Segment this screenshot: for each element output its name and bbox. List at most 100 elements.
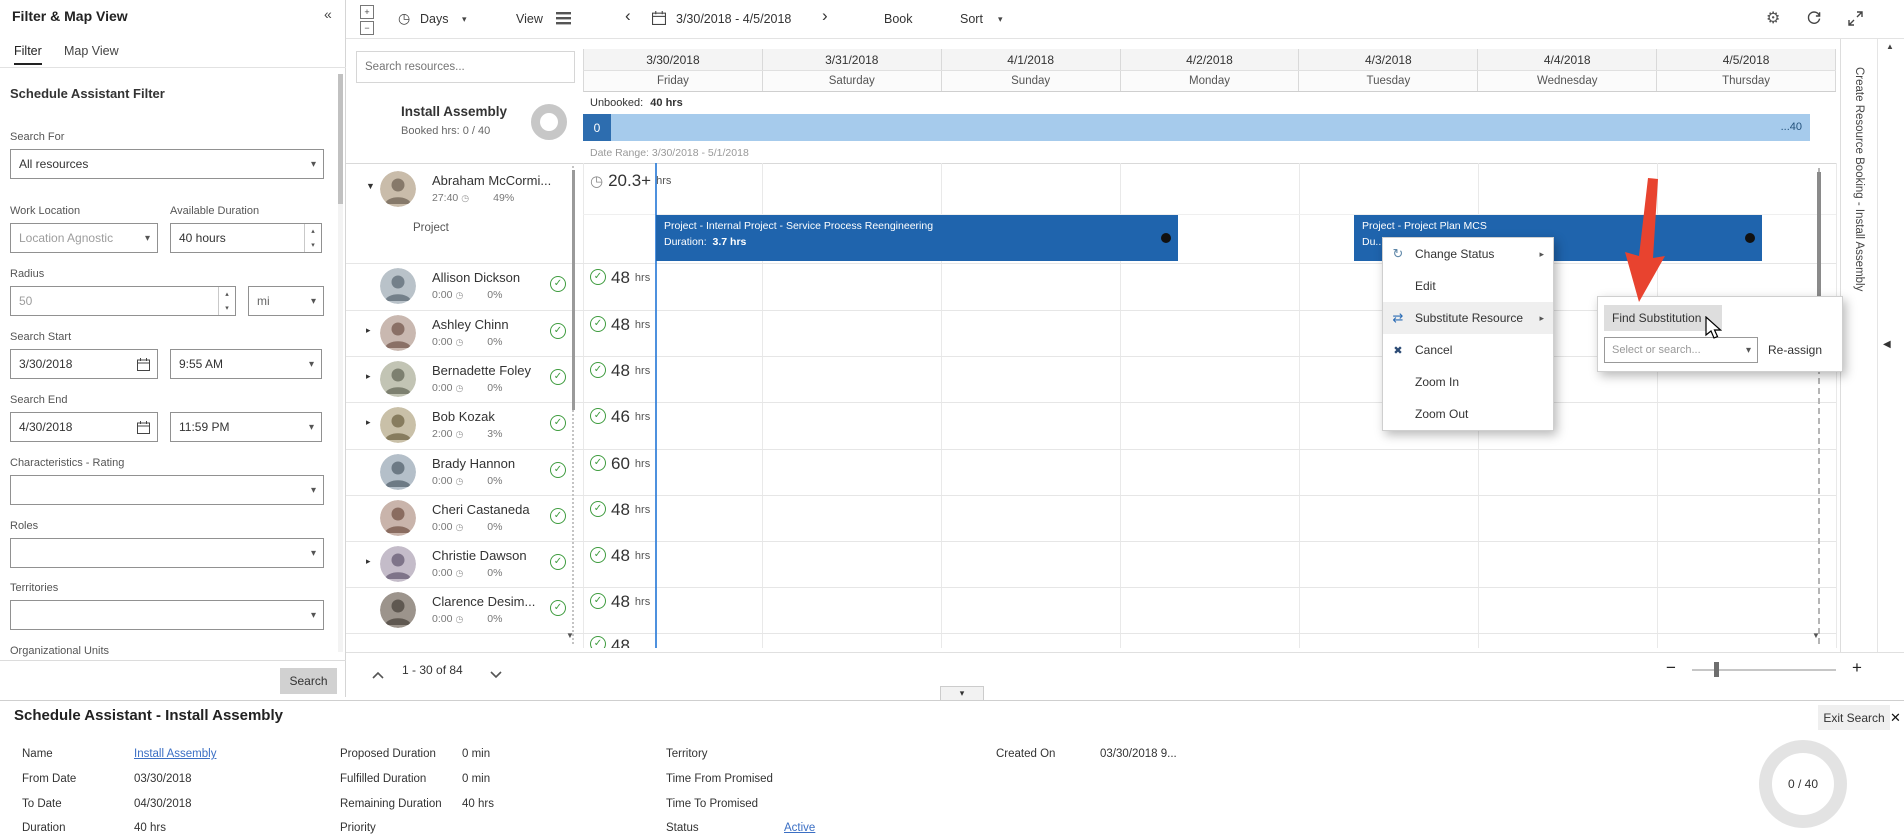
search-resources-input[interactable] bbox=[356, 51, 575, 83]
available-check-icon: ✓ bbox=[550, 415, 566, 431]
menu-item-substitute-resource[interactable]: ⇄ Substitute Resource ▸ bbox=[1383, 302, 1553, 334]
details-panel-title: Schedule Assistant - Install Assembly bbox=[14, 707, 283, 724]
previous-period-icon[interactable]: ‹ bbox=[625, 6, 631, 26]
panel-expand-icon[interactable]: ◀ bbox=[1883, 339, 1891, 350]
menu-item-cancel[interactable]: ✖ Cancel bbox=[1383, 334, 1553, 366]
reassign-button[interactable]: Re-assign bbox=[1768, 343, 1822, 357]
step-up-icon[interactable]: ▴ bbox=[305, 224, 321, 238]
resource-row[interactable]: ▸ Ashley Chinn 0:00 ◷ 0% ✓ bbox=[346, 310, 583, 356]
step-up-icon[interactable]: ▴ bbox=[219, 287, 235, 301]
booking-bar[interactable]: Project - Internal Project - Service Pro… bbox=[656, 215, 1178, 261]
resource-list-scrollbar[interactable] bbox=[572, 166, 574, 644]
scroll-up-icon[interactable]: ▲ bbox=[1886, 42, 1894, 51]
resource-row[interactable]: Brady Hannon 0:00 ◷ 0% ✓ bbox=[346, 449, 583, 495]
unbooked-availability-bar[interactable]: 0 ...40 bbox=[583, 114, 1810, 141]
expand-caret-icon[interactable]: ▸ bbox=[366, 325, 371, 336]
book-button[interactable]: Book bbox=[884, 12, 913, 26]
expand-caret-icon[interactable]: ▼ bbox=[366, 181, 375, 191]
date-range-label[interactable]: 3/30/2018 - 4/5/2018 bbox=[676, 12, 791, 26]
step-down-icon[interactable]: ▾ bbox=[305, 238, 321, 252]
view-label[interactable]: View bbox=[516, 12, 543, 26]
menu-item-zoom-in[interactable]: Zoom In bbox=[1383, 366, 1553, 398]
resource-row[interactable]: ▸ Bernadette Foley 0:00 ◷ 0% ✓ bbox=[346, 356, 583, 402]
work-location-select[interactable]: Location Agnostic ▾ bbox=[10, 223, 158, 253]
menu-item-zoom-out[interactable]: Zoom Out bbox=[1383, 398, 1553, 430]
resource-row[interactable]: ▼ Abraham McCormi... 27:40 ◷ 49% bbox=[346, 166, 583, 214]
tab-map-view[interactable]: Map View bbox=[64, 44, 119, 58]
substitute-select[interactable]: Select or search... ▾ bbox=[1604, 337, 1758, 363]
resource-row[interactable]: Cheri Castaneda 0:00 ◷ 0% ✓ bbox=[346, 495, 583, 541]
territories-select[interactable]: ▾ bbox=[10, 600, 324, 630]
requirement-block[interactable]: Install Assembly Booked hrs: 0 / 40 bbox=[346, 92, 583, 163]
characteristics-select[interactable]: ▾ bbox=[10, 475, 324, 505]
resource-row[interactable]: Clarence Desim... 0:00 ◷ 0% ✓ bbox=[346, 587, 583, 633]
stepper-arrows[interactable]: ▴ ▾ bbox=[218, 287, 235, 315]
zoom-out-icon[interactable]: − bbox=[1666, 658, 1676, 678]
resource-row[interactable]: ▸ Bob Kozak 2:00 ◷ 3% ✓ bbox=[346, 402, 583, 448]
exit-search-button[interactable]: Exit Search bbox=[1818, 705, 1890, 730]
hours-unit: hrs bbox=[635, 272, 650, 284]
work-location-label: Work Location bbox=[10, 205, 80, 217]
filter-panel-scrollbar[interactable] bbox=[338, 74, 343, 652]
search-end-time-select[interactable]: 11:59 PM ▾ bbox=[170, 412, 322, 442]
field-value: 40 hrs bbox=[462, 798, 494, 810]
status-active-link[interactable]: Active bbox=[784, 822, 815, 834]
menu-item-change-status[interactable]: ↻ Change Status ▸ bbox=[1383, 238, 1553, 270]
requirement-gauge-ring bbox=[531, 104, 567, 140]
scrollbar-thumb[interactable] bbox=[338, 74, 343, 204]
chevron-down-icon[interactable]: ▾ bbox=[998, 14, 1003, 25]
step-down-icon[interactable]: ▾ bbox=[219, 301, 235, 315]
bottom-panel-handle[interactable]: ▾ bbox=[940, 686, 984, 700]
next-period-icon[interactable]: › bbox=[822, 6, 828, 26]
search-start-date-input[interactable]: 3/30/2018 bbox=[10, 349, 158, 379]
search-start-time-select[interactable]: 9:55 AM ▾ bbox=[170, 349, 322, 379]
scrollbar-thumb[interactable] bbox=[572, 170, 575, 410]
tab-filter[interactable]: Filter bbox=[14, 44, 42, 65]
search-button[interactable]: Search bbox=[280, 668, 337, 694]
timescale-dropdown[interactable]: Days bbox=[420, 12, 448, 26]
radius-unit-select[interactable]: mi ▾ bbox=[248, 286, 324, 316]
search-end-date-input[interactable]: 4/30/2018 bbox=[10, 412, 158, 442]
menu-item-edit[interactable]: Edit bbox=[1383, 270, 1553, 302]
resource-booked-time: 0:00 bbox=[432, 289, 452, 301]
zoom-in-icon[interactable]: + bbox=[1852, 658, 1862, 678]
chevron-down-icon[interactable]: ▾ bbox=[462, 14, 467, 25]
radius-stepper[interactable]: 50 ▴ ▾ bbox=[10, 286, 236, 316]
page-down-icon[interactable] bbox=[490, 666, 502, 684]
substitute-resource-icon: ⇄ bbox=[1383, 310, 1413, 326]
zoom-slider-thumb[interactable] bbox=[1714, 662, 1719, 677]
expand-all-icon[interactable]: + bbox=[360, 5, 374, 19]
resource-subrow-project[interactable]: Project bbox=[346, 214, 583, 263]
resource-row[interactable]: ▸ Christie Dawson 0:00 ◷ 0% ✓ bbox=[346, 541, 583, 587]
gear-icon[interactable]: ⚙ bbox=[1766, 8, 1780, 28]
booking-status-dot[interactable] bbox=[1745, 233, 1755, 243]
stepper-arrows[interactable]: ▴ ▾ bbox=[304, 224, 321, 252]
calendar-icon[interactable] bbox=[137, 421, 150, 437]
booking-status-dot[interactable] bbox=[1161, 233, 1171, 243]
close-icon[interactable]: ✕ bbox=[1890, 710, 1901, 726]
calendar-icon[interactable] bbox=[652, 11, 666, 30]
scroll-down-icon[interactable]: ▼ bbox=[566, 631, 574, 640]
search-for-select[interactable]: All resources ▾ bbox=[10, 149, 324, 179]
expand-caret-icon[interactable]: ▸ bbox=[366, 371, 371, 382]
collapse-all-icon[interactable]: − bbox=[360, 21, 374, 35]
roles-select[interactable]: ▾ bbox=[10, 538, 324, 568]
grid-scrollbar[interactable] bbox=[1818, 168, 1820, 644]
expand-caret-icon[interactable]: ▸ bbox=[366, 556, 371, 567]
refresh-icon[interactable] bbox=[1806, 10, 1822, 31]
calendar-icon[interactable] bbox=[137, 358, 150, 374]
availability-hours: ✓ 48 hrs bbox=[590, 546, 650, 566]
fullscreen-icon[interactable] bbox=[1848, 11, 1863, 31]
collapse-panel-icon[interactable]: « bbox=[324, 6, 332, 22]
page-up-icon[interactable] bbox=[372, 666, 384, 684]
subrow-label: Project bbox=[413, 222, 449, 234]
scroll-down-icon[interactable]: ▼ bbox=[1812, 631, 1820, 640]
view-type-icon[interactable] bbox=[556, 12, 571, 30]
sort-dropdown[interactable]: Sort bbox=[960, 12, 983, 26]
available-duration-stepper[interactable]: 40 hours ▴ ▾ bbox=[170, 223, 322, 253]
expand-caret-icon[interactable]: ▸ bbox=[366, 417, 371, 428]
create-booking-panel-tab[interactable]: Create Resource Booking - Install Assemb… bbox=[1840, 39, 1878, 652]
scrollbar-thumb[interactable] bbox=[1817, 172, 1821, 300]
resource-row[interactable]: Allison Dickson 0:00 ◷ 0% ✓ bbox=[346, 263, 583, 309]
requirement-name-link[interactable]: Install Assembly bbox=[134, 748, 216, 760]
